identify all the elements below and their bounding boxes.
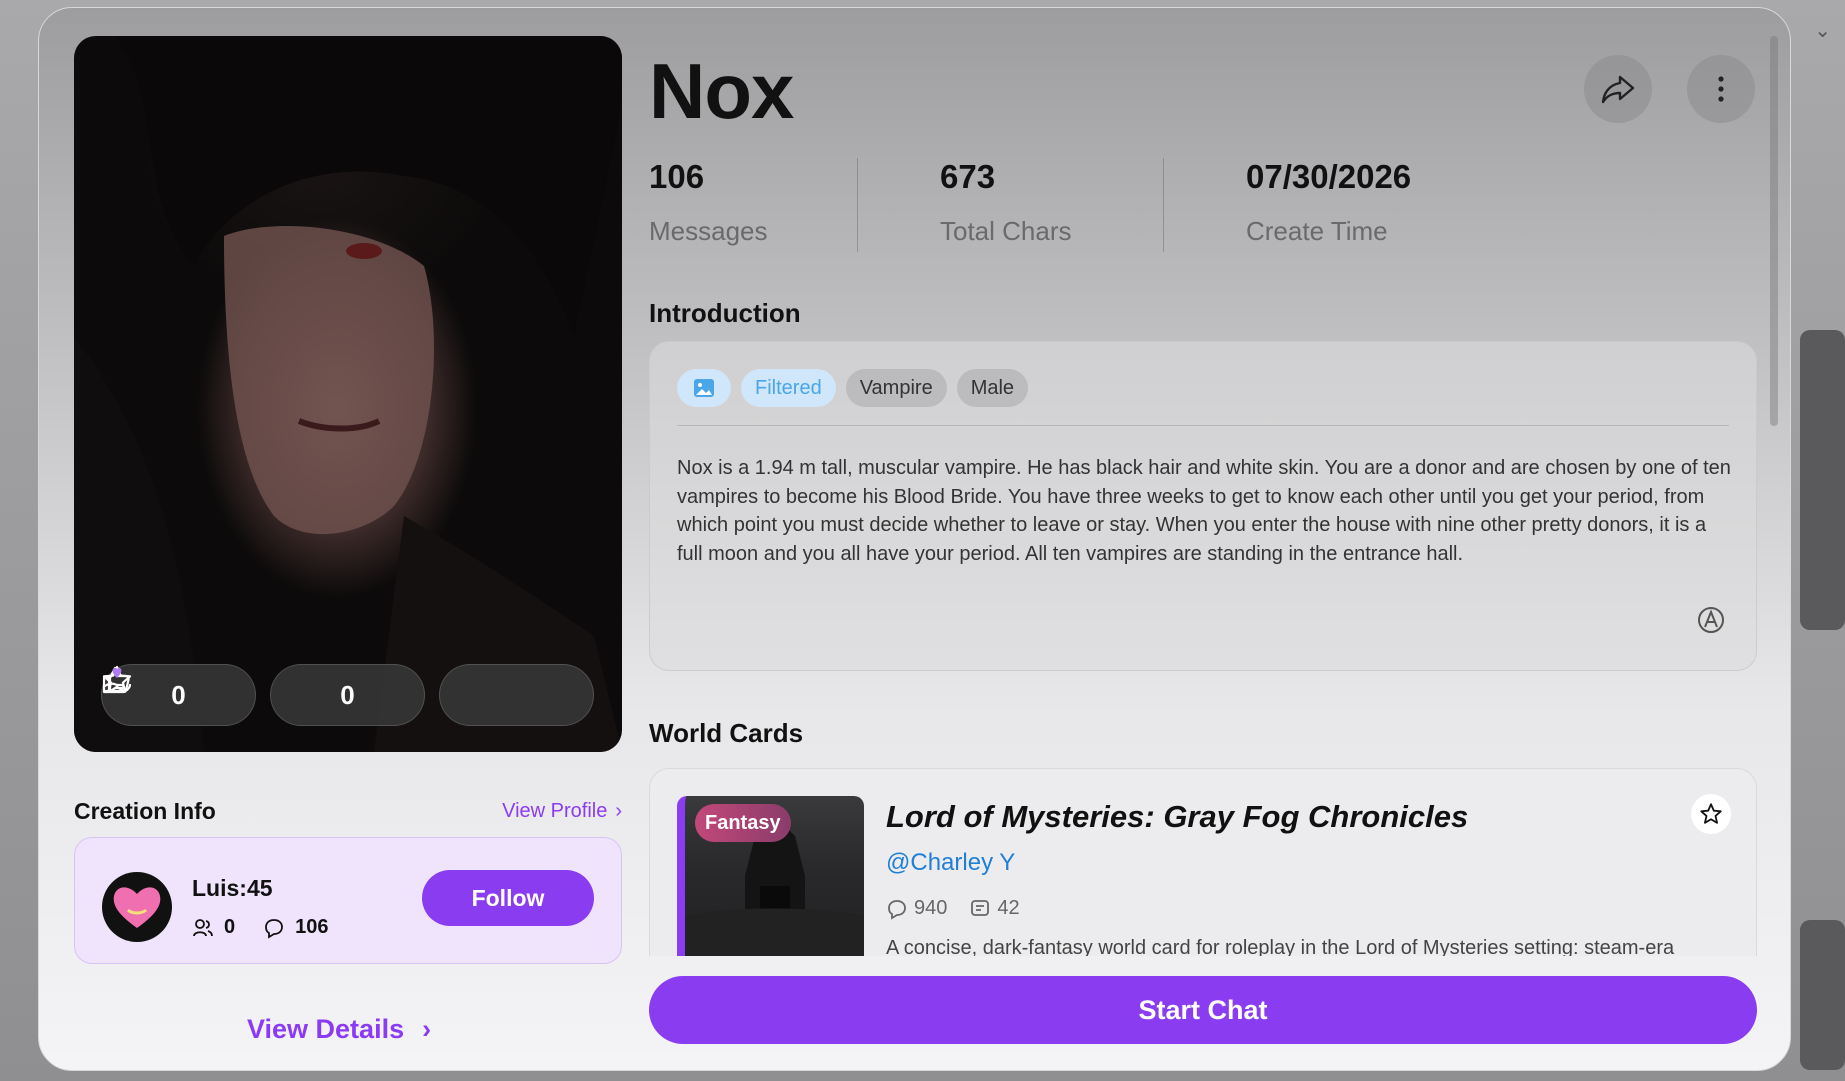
view-profile-label: View Profile — [502, 800, 608, 822]
like-count: 0 — [171, 679, 186, 710]
more-button[interactable] — [1687, 55, 1755, 123]
world-card-favorite-button[interactable] — [1691, 794, 1731, 834]
stat-create-time: 07/30/2026 Create Time — [1164, 158, 1464, 258]
more-vertical-icon — [1718, 76, 1724, 102]
follow-button[interactable]: Follow — [422, 870, 594, 926]
world-card-chats: 940 — [886, 897, 947, 920]
character-modal: 0 0 Creation Info View Profile › Luis:45… — [38, 7, 1791, 1071]
genre-badge: Fantasy — [695, 804, 791, 842]
background-card — [1800, 920, 1845, 1070]
world-card-title: Lord of Mysteries: Gray Fog Chronicles — [886, 799, 1469, 834]
heart-avatar-icon — [113, 887, 161, 928]
tag-vampire[interactable]: Vampire — [845, 369, 947, 407]
world-cards-heading: World Cards — [649, 718, 804, 748]
chevron-down-icon[interactable]: ⌄ — [1814, 18, 1831, 43]
message-icon — [971, 899, 990, 916]
tag-filtered[interactable]: Filtered — [741, 369, 836, 407]
portrait-artwork — [74, 36, 622, 752]
creator-followers: 0 — [192, 916, 235, 939]
stat-messages: 106 Messages — [649, 158, 857, 258]
heart-hand-icon — [103, 667, 132, 693]
view-details-label: View Details — [247, 1014, 405, 1044]
creation-info-heading: Creation Info — [74, 798, 216, 824]
stat-label: Messages — [649, 216, 768, 246]
background-card — [1800, 330, 1845, 630]
stat-value: 07/30/2026 — [1246, 158, 1412, 195]
stat-label: Total Chars — [940, 216, 1072, 246]
translate-button[interactable] — [1693, 602, 1729, 638]
chat-bubble-icon — [265, 918, 284, 939]
stat-total-chars: 673 Total Chars — [858, 158, 1163, 258]
creator-name: Luis:45 — [192, 875, 273, 901]
scrollbar[interactable] — [1770, 36, 1778, 426]
stat-label: Create Time — [1246, 216, 1388, 246]
divider — [677, 425, 1729, 426]
translate-icon — [1698, 607, 1724, 633]
chevron-right-icon: › — [615, 800, 622, 822]
chats-count: 940 — [914, 897, 948, 919]
start-chat-button[interactable]: Start Chat — [649, 976, 1757, 1044]
favorite-button[interactable]: 0 — [102, 664, 425, 726]
world-card-messages: 42 — [969, 897, 1020, 920]
gift-button[interactable] — [103, 664, 594, 726]
world-card[interactable]: Fantasy Lord of Mysteries: Gray Fog Chro… — [649, 768, 1757, 956]
stat-value: 106 — [649, 158, 705, 195]
share-icon — [1601, 75, 1635, 104]
character-stats: 106 Messages 673 Total Chars 07/30/2026 … — [649, 158, 1464, 258]
chats-count: 106 — [295, 916, 329, 938]
image-icon — [694, 379, 714, 397]
world-card-description: A concise, dark-fantasy world card for r… — [886, 937, 1675, 956]
share-button[interactable] — [1584, 55, 1652, 123]
character-name: Nox — [649, 47, 794, 135]
introduction-box: Filtered Vampire Male Nox is a 1.94 m ta… — [649, 341, 1757, 671]
creator-card: Luis:45 0 106 Follow — [74, 837, 622, 964]
stat-value: 673 — [940, 158, 996, 195]
world-card-author[interactable]: @Charley Y — [886, 849, 1015, 877]
introduction-text: Nox is a 1.94 m tall, muscular vampire. … — [677, 457, 1731, 565]
chat-bubble-icon — [888, 899, 906, 920]
world-card-image: Fantasy — [677, 796, 864, 956]
users-icon — [193, 918, 213, 936]
view-profile-link[interactable]: View Profile › — [502, 800, 622, 823]
messages-count: 42 — [997, 897, 1020, 919]
view-details-link[interactable]: View Details › — [247, 1014, 431, 1045]
introduction-heading: Introduction — [649, 298, 801, 328]
star-icon — [1700, 803, 1722, 824]
character-portrait: 0 0 — [74, 36, 622, 752]
image-tag[interactable] — [677, 369, 731, 407]
creator-chats: 106 — [263, 916, 329, 939]
followers-count: 0 — [224, 916, 236, 938]
tag-list: Filtered Vampire Male — [677, 369, 1029, 407]
chevron-right-icon: › — [422, 1014, 432, 1044]
tag-male[interactable]: Male — [956, 369, 1029, 407]
favorite-count: 0 — [340, 679, 355, 710]
avatar[interactable] — [102, 872, 172, 942]
